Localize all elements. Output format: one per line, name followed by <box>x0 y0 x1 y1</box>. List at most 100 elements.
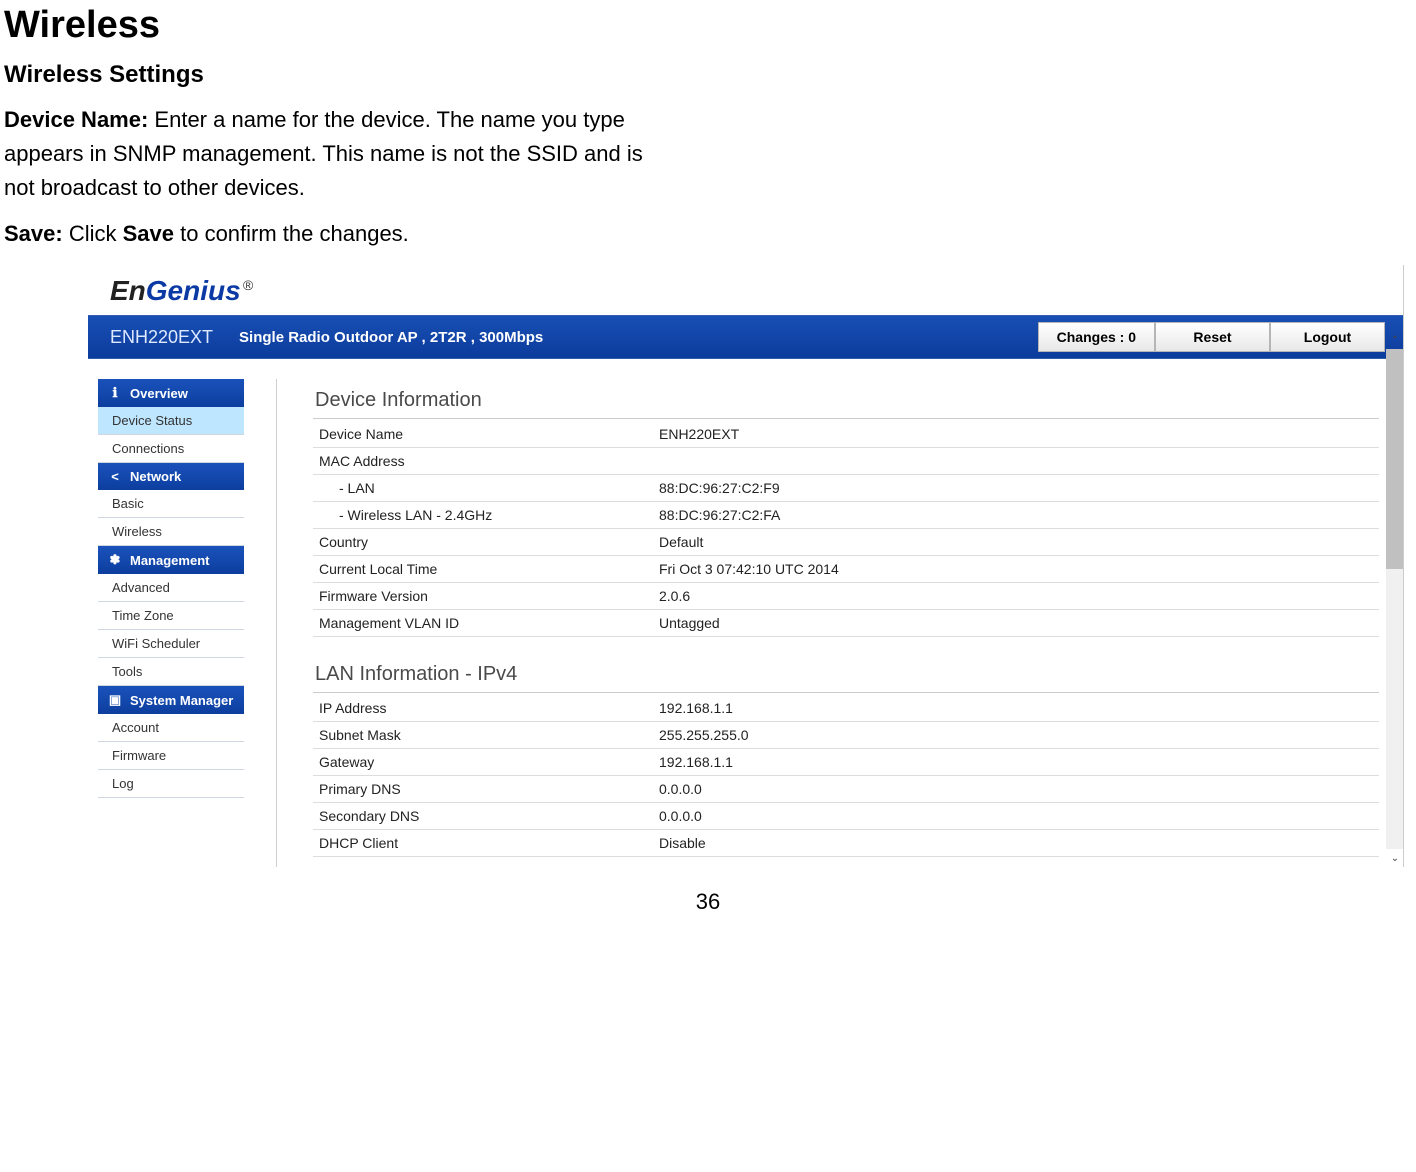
scrollbar-thumb[interactable] <box>1386 349 1403 569</box>
key: MAC Address <box>313 448 653 475</box>
text-save-tail: to confirm the changes. <box>174 221 409 246</box>
sidebar-section-system-manager[interactable]: ▣ System Manager <box>98 686 244 714</box>
value: 192.168.1.1 <box>653 749 1379 776</box>
main-panel: Device Information Device NameENH220EXT … <box>309 379 1403 867</box>
brand-reg: ® <box>243 277 253 293</box>
value: Default <box>653 529 1379 556</box>
sidebar: ℹ Overview Device Status Connections < N… <box>98 379 244 867</box>
embedded-screenshot: EnGenius® ENH220EXT Single Radio Outdoor… <box>88 265 1404 867</box>
table-row: Firmware Version2.0.6 <box>313 583 1379 610</box>
sidebar-item-account[interactable]: Account <box>98 714 244 742</box>
scroll-up-icon[interactable]: ⌃ <box>1389 333 1401 347</box>
monitor-icon: ▣ <box>108 692 122 708</box>
key: Country <box>313 529 653 556</box>
table-row: Device NameENH220EXT <box>313 421 1379 448</box>
value: Fri Oct 3 07:42:10 UTC 2014 <box>653 556 1379 583</box>
sidebar-section-label: Network <box>130 469 181 484</box>
gear-icon: ✽ <box>108 552 122 568</box>
sidebar-item-label: Connections <box>112 441 184 456</box>
scroll-down-icon[interactable]: ⌄ <box>1389 851 1401 865</box>
key: Firmware Version <box>313 583 653 610</box>
sidebar-item-wifi-scheduler[interactable]: WiFi Scheduler <box>98 630 244 658</box>
sidebar-item-wireless[interactable]: Wireless <box>98 518 244 546</box>
lan-info-table: IP Address192.168.1.1 Subnet Mask255.255… <box>313 695 1379 857</box>
sidebar-item-label: WiFi Scheduler <box>112 636 200 651</box>
product-name: ENH220EXT <box>110 327 213 348</box>
key: Device Name <box>313 421 653 448</box>
key: Secondary DNS <box>313 803 653 830</box>
table-row: DHCP ClientDisable <box>313 830 1379 857</box>
sidebar-item-label: Basic <box>112 496 144 511</box>
sidebar-item-label: Advanced <box>112 580 170 595</box>
table-row: MAC Address <box>313 448 1379 475</box>
sidebar-section-label: Management <box>130 553 209 568</box>
scrollbar[interactable] <box>1386 349 1403 849</box>
sidebar-item-label: Wireless <box>112 524 162 539</box>
sidebar-item-tools[interactable]: Tools <box>98 658 244 686</box>
value: 88:DC:96:27:C2:FA <box>653 502 1379 529</box>
table-row: Primary DNS0.0.0.0 <box>313 776 1379 803</box>
sidebar-section-label: System Manager <box>130 693 233 708</box>
page-number: 36 <box>0 889 1416 915</box>
brand-logo: EnGenius® <box>110 275 253 307</box>
panel-title-device-info: Device Information <box>313 385 1379 419</box>
key: Gateway <box>313 749 653 776</box>
sidebar-item-label: Device Status <box>112 413 192 428</box>
sidebar-item-label: Time Zone <box>112 608 174 623</box>
sidebar-item-label: Tools <box>112 664 142 679</box>
sidebar-item-advanced[interactable]: Advanced <box>98 574 244 602</box>
sidebar-item-device-status[interactable]: Device Status <box>98 407 244 435</box>
reset-button[interactable]: Reset <box>1155 322 1270 352</box>
logout-button[interactable]: Logout <box>1270 322 1385 352</box>
sidebar-section-label: Overview <box>130 386 188 401</box>
paragraph-device-name: Device Name: Enter a name for the device… <box>4 103 644 205</box>
key: - LAN <box>313 475 653 502</box>
vertical-divider <box>276 379 277 867</box>
network-icon: < <box>108 469 122 484</box>
sidebar-section-network[interactable]: < Network <box>98 463 244 490</box>
key: Current Local Time <box>313 556 653 583</box>
product-desc: Single Radio Outdoor AP , 2T2R , 300Mbps <box>239 329 543 346</box>
table-row: Subnet Mask255.255.255.0 <box>313 722 1379 749</box>
sidebar-item-connections[interactable]: Connections <box>98 435 244 463</box>
value: 192.168.1.1 <box>653 695 1379 722</box>
sidebar-section-management[interactable]: ✽ Management <box>98 546 244 574</box>
table-row: IP Address192.168.1.1 <box>313 695 1379 722</box>
table-row: - LAN88:DC:96:27:C2:F9 <box>313 475 1379 502</box>
value: 255.255.255.0 <box>653 722 1379 749</box>
key: - Wireless LAN - 2.4GHz <box>313 502 653 529</box>
panel-title-lan-info: LAN Information - IPv4 <box>313 659 1379 693</box>
brand-part2: Genius <box>146 275 241 307</box>
label-device-name: Device Name: <box>4 107 148 132</box>
value: Untagged <box>653 610 1379 637</box>
paragraph-save: Save: Click Save to confirm the changes. <box>4 217 644 251</box>
key: Primary DNS <box>313 776 653 803</box>
table-row: Secondary DNS0.0.0.0 <box>313 803 1379 830</box>
label-save: Save: <box>4 221 63 246</box>
product-bar: ENH220EXT Single Radio Outdoor AP , 2T2R… <box>88 315 1403 359</box>
table-row: - Wireless LAN - 2.4GHz88:DC:96:27:C2:FA <box>313 502 1379 529</box>
sidebar-item-log[interactable]: Log <box>98 770 244 798</box>
device-info-table: Device NameENH220EXT MAC Address - LAN88… <box>313 421 1379 637</box>
table-row: Management VLAN IDUntagged <box>313 610 1379 637</box>
sidebar-item-timezone[interactable]: Time Zone <box>98 602 244 630</box>
table-row: CountryDefault <box>313 529 1379 556</box>
brand-row: EnGenius® <box>88 265 1403 315</box>
value: 0.0.0.0 <box>653 803 1379 830</box>
text-save-lead: Click <box>63 221 123 246</box>
value: 0.0.0.0 <box>653 776 1379 803</box>
sidebar-item-basic[interactable]: Basic <box>98 490 244 518</box>
sidebar-section-overview[interactable]: ℹ Overview <box>98 379 244 407</box>
key: Subnet Mask <box>313 722 653 749</box>
value <box>653 448 1379 475</box>
sidebar-item-label: Account <box>112 720 159 735</box>
text-save-strong: Save <box>123 221 174 246</box>
info-icon: ℹ <box>108 385 122 401</box>
section-title: Wireless Settings <box>4 61 1416 89</box>
sidebar-item-firmware[interactable]: Firmware <box>98 742 244 770</box>
key: IP Address <box>313 695 653 722</box>
brand-part1: En <box>110 275 146 307</box>
table-row: Gateway192.168.1.1 <box>313 749 1379 776</box>
sidebar-item-label: Log <box>112 776 134 791</box>
changes-button[interactable]: Changes : 0 <box>1038 322 1155 352</box>
